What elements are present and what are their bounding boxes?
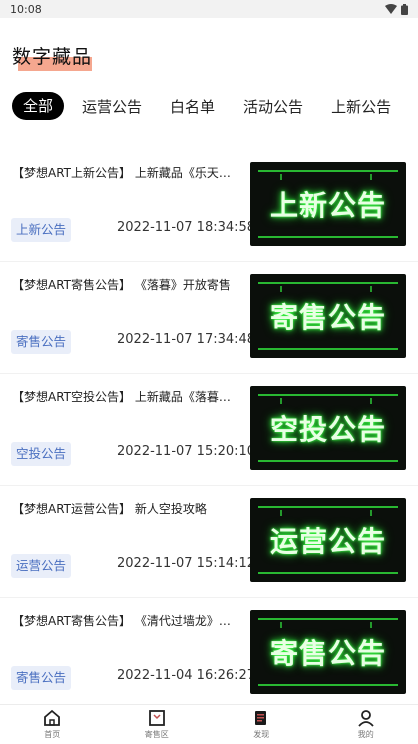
status-icons xyxy=(385,3,408,15)
item-tag: 上新公告 xyxy=(11,218,72,242)
category-tabs: 全部 运营公告 白名单 活动公告 上新公告 xyxy=(12,92,418,120)
list-item[interactable]: 【梦想ART空投公告】 上新藏品《落暮》空投 空投公告 2022-11-07 1… xyxy=(0,374,418,486)
item-title: 【梦想ART寄售公告】 《落暮》开放寄售 xyxy=(12,278,231,292)
list-item[interactable]: 【梦想ART运营公告】 新人空投攻略 运营公告 2022-11-07 15:14… xyxy=(0,486,418,598)
thumb-decor-line xyxy=(258,684,398,686)
nav-profile-label: 我的 xyxy=(357,730,374,739)
thumb-title: 寄售公告 xyxy=(269,301,386,334)
item-thumbnail: 寄售公告 xyxy=(250,610,406,694)
item-time: 2022-11-07 17:34:48 xyxy=(117,332,256,347)
nav-discover[interactable]: 发现 xyxy=(209,705,314,744)
item-tag: 寄售公告 xyxy=(11,666,72,690)
item-thumbnail: 运营公告 xyxy=(250,498,406,582)
list-item[interactable]: 【梦想ART寄售公告】 《清代过墙龙》开放寄售 寄售公告 2022-11-04 … xyxy=(0,598,418,710)
item-thumbnail: 寄售公告 xyxy=(250,274,406,358)
thumb-decor-tick xyxy=(370,510,372,516)
tab-events[interactable]: 活动公告 xyxy=(243,96,303,117)
nav-consign[interactable]: 寄售区 xyxy=(105,705,210,744)
discover-icon xyxy=(255,711,267,725)
list-item[interactable]: 【梦想ART上新公告】 上新藏品《乐天派》 上新公告 2022-11-07 18… xyxy=(0,150,418,262)
item-tag: 空投公告 xyxy=(11,442,72,466)
tab-operations[interactable]: 运营公告 xyxy=(82,96,142,117)
status-bar: 10:08 xyxy=(0,0,418,18)
battery-icon xyxy=(401,3,408,15)
thumb-title: 上新公告 xyxy=(269,189,386,222)
thumb-decor-tick xyxy=(280,174,282,180)
thumb-title: 运营公告 xyxy=(269,525,386,558)
page-title: 数字藏品 xyxy=(12,46,93,68)
tab-new-releases[interactable]: 上新公告 xyxy=(331,96,391,117)
item-title: 【梦想ART空投公告】 上新藏品《落暮》空投 xyxy=(12,390,240,404)
thumb-decor-line xyxy=(258,236,398,238)
thumb-decor-line xyxy=(258,282,398,284)
item-tag: 运营公告 xyxy=(11,554,72,578)
thumb-decor-tick xyxy=(370,398,372,404)
thumb-decor-tick xyxy=(370,286,372,292)
status-time: 10:08 xyxy=(10,2,42,16)
thumb-decor-tick xyxy=(280,622,282,628)
item-time: 2022-11-04 16:26:27 xyxy=(117,668,256,683)
thumb-decor-tick xyxy=(280,286,282,292)
item-title: 【梦想ART运营公告】 新人空投攻略 xyxy=(12,502,207,516)
page-title-wrap: 数字藏品 xyxy=(12,42,93,71)
thumb-title: 空投公告 xyxy=(269,413,386,446)
tab-whitelist[interactable]: 白名单 xyxy=(170,96,215,117)
thumb-decor-line xyxy=(258,460,398,462)
thumb-decor-tick xyxy=(370,174,372,180)
item-title: 【梦想ART寄售公告】 《清代过墙龙》开放寄售 xyxy=(12,614,240,628)
nav-home-label: 首页 xyxy=(44,730,61,739)
item-thumbnail: 空投公告 xyxy=(250,386,406,470)
home-icon xyxy=(44,709,61,726)
thumb-decor-line xyxy=(258,618,398,620)
item-title: 【梦想ART上新公告】 上新藏品《乐天派》 xyxy=(12,166,240,180)
thumb-decor-line xyxy=(258,170,398,172)
item-time: 2022-11-07 15:14:12 xyxy=(117,556,256,571)
nav-discover-label: 发现 xyxy=(253,730,270,739)
thumb-decor-tick xyxy=(280,510,282,516)
item-time: 2022-11-07 18:34:58 xyxy=(117,220,256,235)
thumb-decor-line xyxy=(258,506,398,508)
wifi-icon xyxy=(385,4,397,14)
consign-icon xyxy=(148,710,165,726)
profile-icon xyxy=(358,710,374,727)
nav-home[interactable]: 首页 xyxy=(0,705,105,744)
item-thumbnail: 上新公告 xyxy=(250,162,406,246)
thumb-title: 寄售公告 xyxy=(269,637,386,670)
tab-all[interactable]: 全部 xyxy=(12,92,65,120)
announcement-list: 【梦想ART上新公告】 上新藏品《乐天派》 上新公告 2022-11-07 18… xyxy=(0,150,418,710)
thumb-decor-tick xyxy=(370,622,372,628)
item-time: 2022-11-07 15:20:10 xyxy=(117,444,256,459)
nav-consign-label: 寄售区 xyxy=(144,730,169,739)
thumb-decor-line xyxy=(258,572,398,574)
thumb-decor-tick xyxy=(280,398,282,404)
thumb-decor-line xyxy=(258,394,398,396)
item-tag: 寄售公告 xyxy=(11,330,72,354)
bottom-nav: 首页 寄售区 发现 我的 xyxy=(0,704,418,744)
list-item[interactable]: 【梦想ART寄售公告】 《落暮》开放寄售 寄售公告 2022-11-07 17:… xyxy=(0,262,418,374)
thumb-decor-line xyxy=(258,348,398,350)
nav-profile[interactable]: 我的 xyxy=(314,705,418,744)
